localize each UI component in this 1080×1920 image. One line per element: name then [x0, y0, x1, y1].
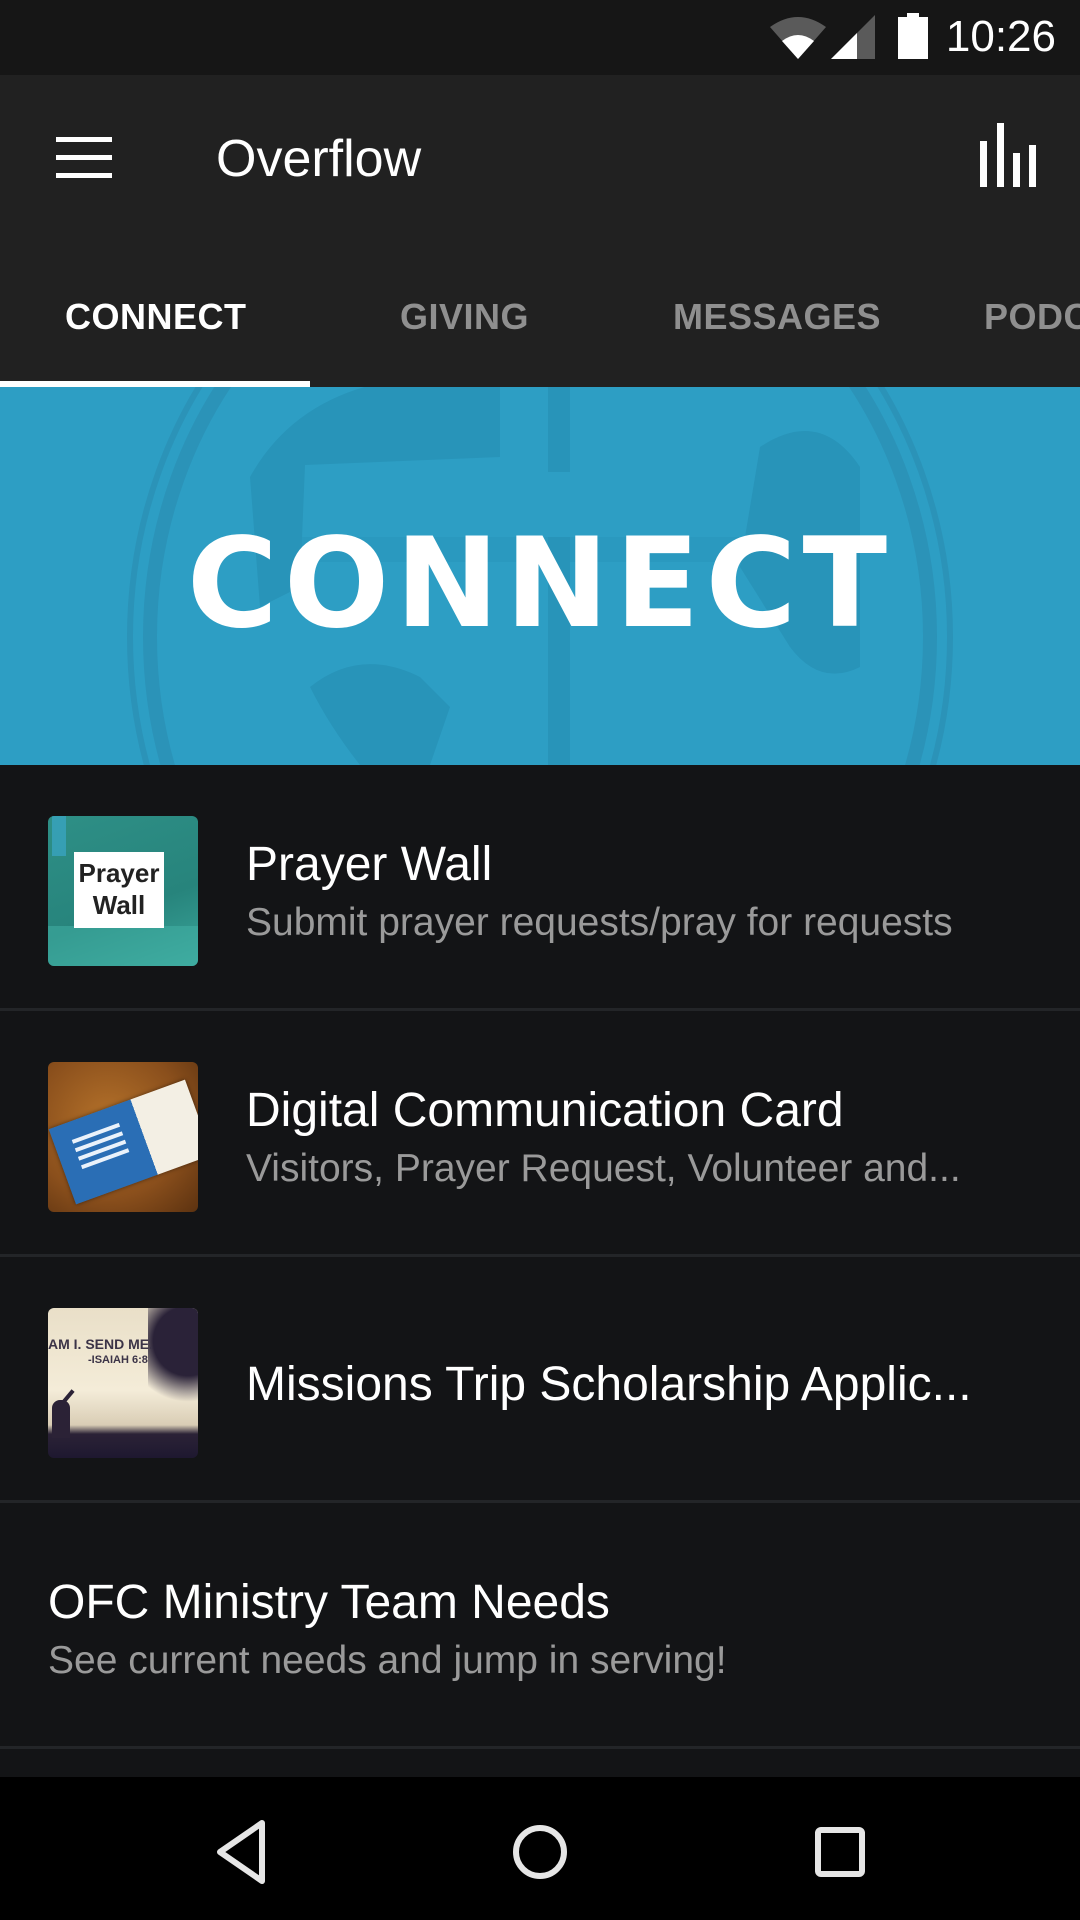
tab-messages[interactable]: MESSAGES: [673, 296, 881, 338]
missions-trip-thumbnail: AM I. SEND ME. -ISAIAH 6:8: [48, 1308, 198, 1458]
menu-icon[interactable]: [56, 137, 112, 179]
back-icon[interactable]: [206, 1817, 276, 1887]
item-title: Missions Trip Scholarship Applic...: [246, 1358, 972, 1411]
prayer-wall-thumb-label: Prayer Wall: [74, 852, 164, 928]
stats-icon[interactable]: [980, 123, 1036, 187]
tab-podcasts[interactable]: PODC: [984, 296, 1080, 338]
thumb-line: Wall: [92, 890, 146, 920]
communication-card-thumbnail: [48, 1062, 198, 1212]
system-nav-bar: [0, 1777, 1080, 1920]
list-item-communication-card[interactable]: Digital Communication Card Visitors, Pra…: [0, 1011, 1080, 1257]
thumb-line: -ISAIAH 6:8: [88, 1354, 148, 1366]
clock: 10:26: [945, 12, 1056, 61]
list-item-prayer-wall[interactable]: Prayer Wall Prayer Wall Submit prayer re…: [0, 765, 1080, 1011]
tab-connect[interactable]: CONNECT: [65, 296, 247, 338]
tab-giving[interactable]: GIVING: [400, 296, 529, 338]
item-title: Digital Communication Card: [246, 1084, 844, 1137]
wifi-icon: [770, 17, 826, 59]
app-toolbar: Overflow: [0, 75, 1080, 230]
app-root: 10:26 Overflow CONNECT GIVING MESSAGES P…: [0, 0, 1080, 1920]
recents-icon[interactable]: [805, 1817, 875, 1887]
list-item-missions-trip[interactable]: AM I. SEND ME. -ISAIAH 6:8 Missions Trip…: [0, 1257, 1080, 1503]
connect-banner: CONNECT: [0, 387, 1080, 765]
tab-bar: CONNECT GIVING MESSAGES PODC: [0, 230, 1080, 387]
banner-title: CONNECT: [186, 512, 894, 656]
connect-list: Prayer Wall Prayer Wall Submit prayer re…: [0, 765, 1080, 1749]
prayer-wall-thumbnail: Prayer Wall: [48, 816, 198, 966]
list-item-ministry-team-needs[interactable]: OFC Ministry Team Needs See current need…: [0, 1503, 1080, 1749]
item-title: OFC Ministry Team Needs: [48, 1576, 610, 1629]
item-title: Prayer Wall: [246, 838, 493, 891]
item-subtitle: Submit prayer requests/pray for requests: [246, 901, 953, 944]
thumb-line: Prayer: [78, 858, 160, 888]
signal-icon: [831, 15, 875, 59]
home-icon[interactable]: [505, 1817, 575, 1887]
item-subtitle: See current needs and jump in serving!: [48, 1639, 727, 1682]
item-subtitle: Visitors, Prayer Request, Volunteer and.…: [246, 1147, 961, 1190]
battery-icon: [898, 13, 928, 59]
status-bar: 10:26: [0, 0, 1080, 75]
app-title: Overflow: [216, 130, 422, 188]
thumb-line: AM I. SEND ME.: [48, 1336, 154, 1352]
